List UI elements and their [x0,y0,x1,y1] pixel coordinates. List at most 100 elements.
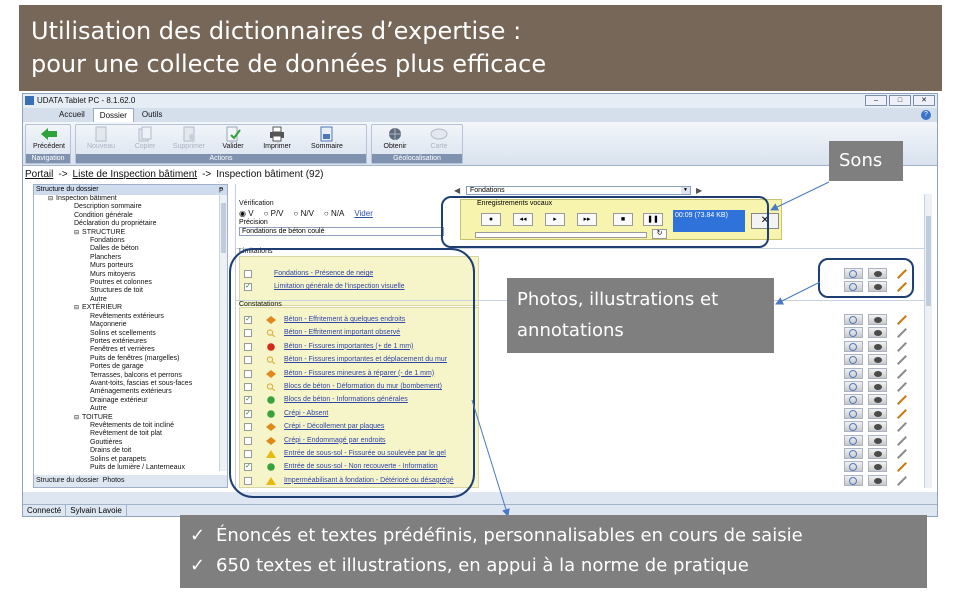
annotation-pencil-icon[interactable] [892,354,911,365]
annotation-pencil-icon[interactable] [892,475,911,486]
radio-nv[interactable]: ○ N/V [294,209,314,218]
tree-item[interactable]: Structures de toit [34,287,220,295]
tab-dossier[interactable]: Dossier [92,108,134,122]
annotation-pencil-icon[interactable] [892,381,911,392]
precedent-button[interactable]: Précédent [28,126,70,150]
precision-select[interactable]: Fondations de béton coulé [239,227,444,236]
tree-item[interactable]: Terrasses, balcons et perrons [34,372,220,380]
tree-item[interactable]: Puits de lumière / Lanterneaux [34,464,220,471]
sommaire-button[interactable]: Sommaire [306,126,348,150]
camera-button[interactable] [868,421,887,433]
tree-item[interactable]: Gouttières [34,439,220,447]
camera-button[interactable] [868,367,887,379]
illustration-button[interactable] [844,407,863,419]
tree-item[interactable]: Revêtements de toit incliné [34,422,220,430]
tree-scroll-thumb[interactable] [221,203,226,253]
camera-button[interactable] [868,434,887,446]
illustration-button[interactable] [844,461,863,473]
camera-button[interactable] [868,461,887,473]
tree-item[interactable]: STRUCTURE [34,229,220,237]
illustration-button[interactable] [844,327,863,339]
tree-item[interactable]: Condition générale [34,212,220,220]
maximize-button[interactable]: □ [889,95,911,106]
illustration-button[interactable] [844,394,863,406]
close-window-button[interactable]: ✕ [913,95,935,106]
camera-button[interactable] [868,394,887,406]
carte-button[interactable]: Carte [418,126,460,150]
illustration-button[interactable] [844,340,863,352]
tree-scrollbar[interactable] [219,195,227,471]
imprimer-button[interactable]: Imprimer [256,126,298,150]
pin-icon[interactable]: ᵽ [219,185,223,195]
tab-accueil[interactable]: Accueil [53,108,91,122]
obtenir-button[interactable]: Obtenir [374,126,416,150]
details-scrollbar[interactable] [924,194,932,488]
tree-item[interactable]: Revêtement de toit plat [34,430,220,438]
tree-item[interactable]: Puits de fenêtres (margelles) [34,355,220,363]
annotation-pencil-icon[interactable] [892,327,911,338]
tree-item[interactable]: Autre [34,405,220,413]
tree-item[interactable]: Planchers [34,254,220,262]
annotation-pencil-icon[interactable] [892,448,911,459]
tree-item[interactable]: Revêtements extérieurs [34,313,220,321]
tree-item[interactable]: Aménagements extérieurs [34,388,220,396]
tree-item[interactable]: Murs porteurs [34,262,220,270]
annotation-pencil-icon[interactable] [892,435,911,446]
illustration-button[interactable] [844,354,863,366]
illustration-button[interactable] [844,434,863,446]
previous-section-icon[interactable]: ◀ [454,186,460,195]
camera-button[interactable] [868,314,887,325]
illustration-button[interactable] [844,367,863,379]
valider-button[interactable]: Valider [212,126,254,150]
tab-photos[interactable]: Photos [103,475,125,487]
details-scroll-thumb[interactable] [926,216,931,306]
camera-button[interactable] [868,407,887,419]
camera-button[interactable] [868,474,887,486]
tab-outils[interactable]: Outils [136,108,168,122]
next-section-icon[interactable]: ▶ [696,186,702,195]
camera-button[interactable] [868,448,887,459]
tree-item[interactable]: Autre [34,296,220,304]
annotation-pencil-icon[interactable] [892,341,911,352]
tree-item[interactable]: Avant-toits, fascias et sous-faces [34,380,220,388]
camera-button[interactable] [868,381,887,392]
supprimer-button[interactable]: Supprimer [168,126,210,150]
annotation-pencil-icon[interactable] [892,314,911,325]
tree-item[interactable]: Description sommaire [34,203,220,211]
illustration-button[interactable] [844,474,863,486]
breadcrumb-liste[interactable]: Liste de Inspection bâtiment [73,169,198,180]
illustration-button[interactable] [844,448,863,459]
annotation-pencil-icon[interactable] [892,394,911,405]
radio-na[interactable]: ○ N/A [324,209,344,218]
tree-item[interactable]: Déclaration du propriétaire [34,220,220,228]
illustration-button[interactable] [844,421,863,433]
vider-link[interactable]: Vider [354,209,373,218]
help-icon[interactable]: ? [921,110,931,120]
tree-item[interactable]: Fenêtres et verrières [34,346,220,354]
camera-button[interactable] [868,327,887,339]
nouveau-button[interactable]: Nouveau [80,126,122,150]
tab-structure-dossier[interactable]: Structure du dossier [36,475,99,487]
chevron-down-icon[interactable]: ▼ [681,187,690,194]
camera-button[interactable] [868,354,887,366]
tree-item[interactable]: Drains de toit [34,447,220,455]
breadcrumb-portail[interactable]: Portail [25,169,53,180]
camera-button[interactable] [868,340,887,352]
copier-button[interactable]: Copier [124,126,166,150]
illustration-button[interactable] [844,314,863,325]
tree-item[interactable]: Portes de garage [34,363,220,371]
annotation-pencil-icon[interactable] [892,408,911,419]
tree-item[interactable]: Drainage extérieur [34,397,220,405]
radio-v[interactable]: ◉ V [239,209,254,218]
section-select[interactable]: Fondations ▼ [466,186,691,195]
annotation-pencil-icon[interactable] [892,461,911,472]
minimize-button[interactable]: – [865,95,887,106]
illustration-button[interactable] [844,381,863,392]
tree-item[interactable]: Portes extérieures [34,338,220,346]
tree-item[interactable]: Solins et parapets [34,456,220,464]
tree-item[interactable]: EXTÉRIEUR [34,304,220,312]
tree-item[interactable]: Solins et scellements [34,330,220,338]
radio-pv[interactable]: ○ P/V [264,209,284,218]
tree-item[interactable]: Poutres et colonnes [34,279,220,287]
tree-item[interactable]: Fondations [34,237,220,245]
